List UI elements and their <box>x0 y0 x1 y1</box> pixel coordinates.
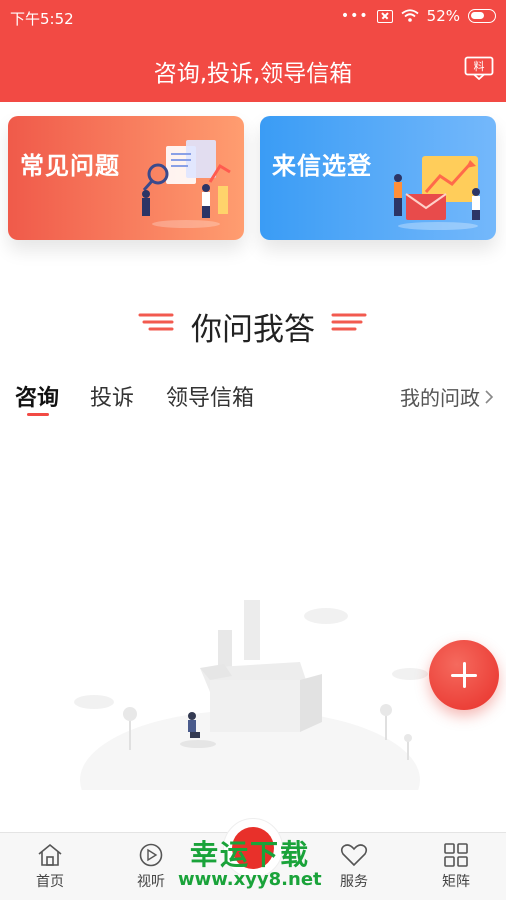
play-icon <box>139 843 163 867</box>
letters-illustration-icon <box>394 156 480 230</box>
heart-icon <box>340 844 368 867</box>
my-inquiries-label: 我的问政 <box>400 386 480 410</box>
more-dots-icon: ••• <box>340 8 369 24</box>
page-title: 咨询,投诉,领导信箱 <box>153 61 353 87</box>
letters-card[interactable]: 来信选登 <box>260 116 496 240</box>
my-inquiries-link[interactable]: 我的问政 <box>400 382 494 411</box>
nav-media[interactable]: 视听 <box>121 843 181 891</box>
grid-icon <box>444 843 468 867</box>
watermark-url: www.xyy8.net <box>178 869 322 890</box>
faq-card-label: 常见问题 <box>20 152 120 180</box>
tab-leader-mailbox[interactable]: 领导信箱 <box>166 380 254 412</box>
active-tab-indicator <box>27 413 49 416</box>
no-sim-icon <box>376 9 393 23</box>
faq-card[interactable]: 常见问题 <box>8 116 244 240</box>
nav-matrix[interactable]: 矩阵 <box>426 843 486 891</box>
watermark-text: 幸运下载 <box>190 838 311 871</box>
status-time: 下午5:52 <box>10 10 74 28</box>
nav-media-label: 视听 <box>137 874 165 890</box>
nav-home[interactable]: 首页 <box>20 843 80 891</box>
status-bar: 下午5:52 ••• 52% <box>0 0 506 34</box>
watermark: 幸运下载 www.xyy8.net <box>178 833 338 895</box>
home-icon <box>38 843 62 866</box>
section-header: 你问我答 <box>0 300 506 348</box>
wifi-icon <box>401 9 419 22</box>
title-decoration-right-icon <box>331 313 367 331</box>
tab-consult[interactable]: 咨询 <box>15 380 59 412</box>
tab-complaint[interactable]: 投诉 <box>90 380 134 412</box>
nav-matrix-label: 矩阵 <box>442 874 470 890</box>
status-icons: ••• 52% <box>341 7 496 25</box>
chevron-right-icon <box>485 389 494 404</box>
svg-text:料: 料 <box>474 59 485 73</box>
add-question-button[interactable] <box>429 640 499 710</box>
nav-service-label: 服务 <box>340 874 368 890</box>
app-header: 咨询,投诉,领导信箱 料 <box>0 34 506 102</box>
section-title: 你问我答 <box>191 312 315 348</box>
nav-home-label: 首页 <box>36 874 64 890</box>
letters-card-label: 来信选登 <box>272 152 372 180</box>
news-tip-icon[interactable]: 料 <box>464 56 494 80</box>
battery-percent: 52% <box>426 7 460 25</box>
faq-illustration-icon <box>142 140 231 228</box>
empty-state-illustration <box>74 600 428 790</box>
battery-icon <box>468 9 496 23</box>
